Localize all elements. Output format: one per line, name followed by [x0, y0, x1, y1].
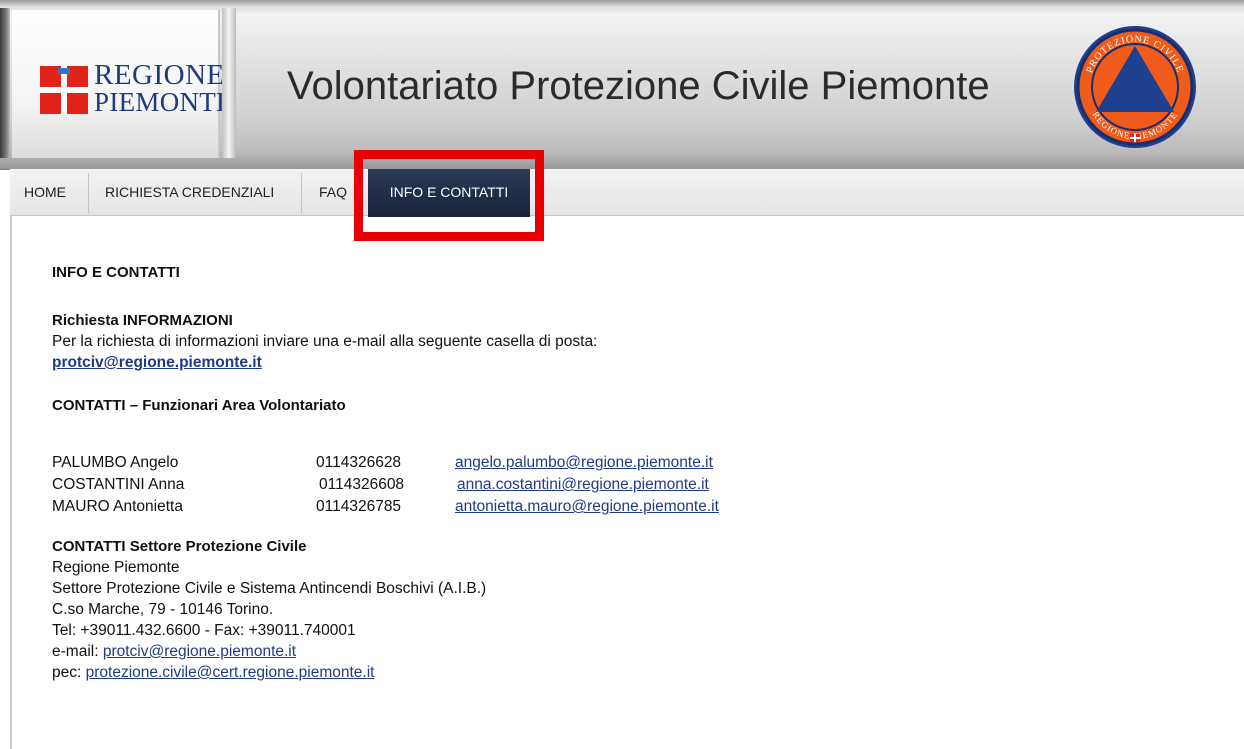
nav-separator: [301, 173, 302, 213]
protezione-civile-emblem-icon: PROTEZIONE CIVILE REGIONE PIEMONTE: [1074, 26, 1196, 148]
contact-row: COSTANTINI Anna 0114326608 anna.costanti…: [52, 474, 709, 496]
site-title: Volontariato Protezione Civile Piemonte: [287, 64, 990, 108]
email-label: e-mail:: [52, 643, 103, 660]
main-content: INFO E CONTATTI Richiesta INFORMAZIONI P…: [52, 262, 597, 416]
settore-pec-link[interactable]: protezione.civile@cert.regione.piemonte.…: [86, 664, 375, 681]
piemonte-flag-icon: [40, 66, 88, 114]
nav-faq[interactable]: FAQ: [319, 169, 347, 217]
content-left-border: [10, 216, 12, 749]
contact-name: COSTANTINI Anna: [52, 476, 185, 493]
nav-separator: [88, 173, 89, 213]
main-nav: HOME RICHIESTA CREDENZIALI FAQ INFO E CO…: [10, 168, 1244, 217]
funzionari-section-title: CONTATTI – Funzionari Area Volontariato: [52, 397, 346, 414]
pec-label: pec:: [52, 664, 86, 681]
contact-email-link[interactable]: anna.costantini@regione.piemonte.it: [457, 474, 709, 495]
contact-tel: 0114326628: [316, 454, 402, 471]
info-text: Per la richiesta di informazioni inviare…: [52, 333, 598, 350]
contact-name: PALUMBO Angelo: [52, 454, 179, 471]
info-section-title: Richiesta INFORMAZIONI: [52, 312, 233, 329]
logo-text: REGIONE PIEMONTE: [94, 59, 233, 117]
nav-richiesta-credenziali[interactable]: RICHIESTA CREDENZIALI: [105, 169, 274, 217]
contact-tel: 0114326608: [319, 476, 405, 493]
logo-line-1: REGIONE: [94, 59, 225, 91]
contact-name: MAURO Antonietta: [52, 498, 183, 515]
regione-piemonte-logo[interactable]: REGIONE PIEMONTE: [12, 10, 233, 158]
nav-home[interactable]: HOME: [24, 169, 66, 217]
nav-info-contatti[interactable]: INFO E CONTATTI: [368, 169, 530, 217]
settore-line-1: Regione Piemonte: [52, 559, 180, 576]
logo-divider: [222, 8, 236, 158]
contact-row: MAURO Antonietta 0114326785 antonietta.m…: [52, 496, 719, 518]
contact-row: PALUMBO Angelo 0114326628 angelo.palumbo…: [52, 452, 713, 474]
settore-address: C.so Marche, 79 - 10146 Torino.: [52, 601, 274, 618]
logo-line-2: PIEMONTE: [94, 87, 233, 117]
settore-email-line: e-mail: protciv@regione.piemonte.it: [52, 641, 486, 662]
funzionari-list: PALUMBO Angelo 0114326628 angelo.palumbo…: [52, 452, 719, 683]
settore-pec-line: pec: protezione.civile@cert.regione.piem…: [52, 662, 486, 683]
settore-section-title: CONTATTI Settore Protezione Civile: [52, 538, 307, 555]
contact-tel: 0114326785: [316, 498, 402, 515]
info-email-link[interactable]: protciv@regione.piemonte.it: [52, 354, 262, 371]
contact-email-link[interactable]: angelo.palumbo@regione.piemonte.it: [455, 452, 713, 473]
header-left-edge: [0, 8, 10, 158]
settore-phone: Tel: +39011.432.6600 - Fax: +39011.74000…: [52, 622, 356, 639]
site-header: REGIONE PIEMONTE Volontariato Protezione…: [0, 0, 1244, 170]
contact-email-link[interactable]: antonietta.mauro@regione.piemonte.it: [455, 496, 719, 517]
settore-email-link[interactable]: protciv@regione.piemonte.it: [103, 643, 296, 660]
header-top-border: [0, 0, 1244, 8]
settore-line-2: Settore Protezione Civile e Sistema Anti…: [52, 580, 487, 597]
page-title: INFO E CONTATTI: [52, 264, 180, 281]
